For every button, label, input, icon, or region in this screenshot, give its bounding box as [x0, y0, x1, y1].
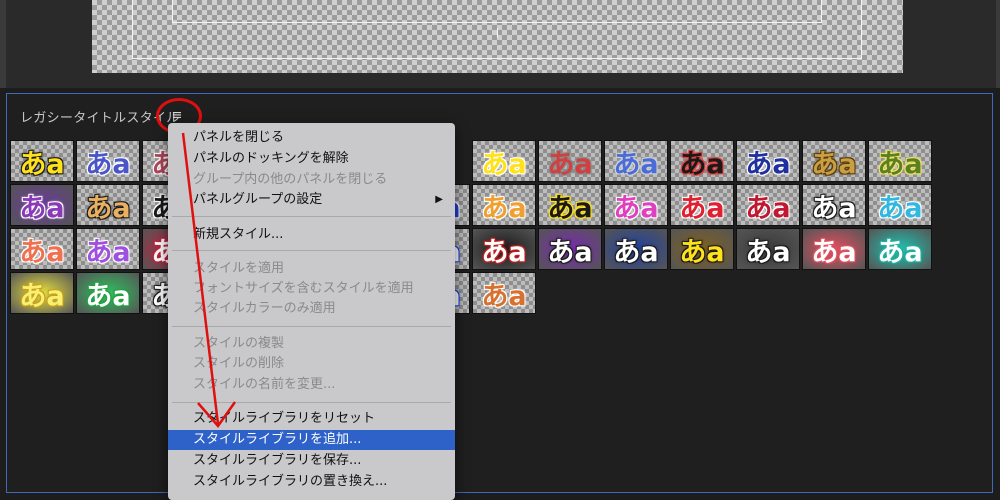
style-swatch[interactable]: あa [10, 272, 74, 314]
style-swatch[interactable]: あa [802, 184, 866, 226]
style-swatch[interactable]: あa [472, 140, 536, 182]
style-swatch[interactable]: あa [10, 140, 74, 182]
style-swatch[interactable]: あa [736, 228, 800, 270]
style-swatch[interactable]: あa [604, 228, 668, 270]
style-swatch[interactable]: あa [10, 184, 74, 226]
title-safe-guide [172, 0, 822, 23]
menu-item-panel-group-settings[interactable]: パネルグループの設定 ▶ [168, 190, 455, 210]
menu-separator [172, 326, 451, 327]
style-swatch[interactable]: あa [10, 228, 74, 270]
style-swatch[interactable]: あa [868, 140, 932, 182]
style-swatch[interactable]: あa [802, 228, 866, 270]
menu-item-apply-style-with-font-size[interactable]: フォントサイズを含むスタイルを適用 [168, 279, 455, 299]
style-swatch[interactable]: あa [538, 228, 602, 270]
style-swatch[interactable]: あa [472, 228, 536, 270]
style-swatch[interactable]: あa [604, 140, 668, 182]
style-swatch[interactable]: あa [670, 140, 734, 182]
menu-item-apply-style[interactable]: スタイルを適用 [168, 259, 455, 279]
style-swatch[interactable]: あa [472, 184, 536, 226]
style-swatch[interactable]: あa [76, 184, 140, 226]
menu-item-new-style[interactable]: 新規スタイル... [168, 225, 455, 245]
right-edge-strip [996, 0, 1000, 88]
style-swatch[interactable]: あa [76, 228, 140, 270]
style-swatch-grid: あa あa あa あa あa あa あa あa あa あa あa あa あa あa あa あa あa あa あa あa… [9, 139, 933, 315]
style-swatch[interactable]: あa [604, 184, 668, 226]
program-preview-area [0, 0, 1000, 88]
style-swatch[interactable]: あa [76, 272, 140, 314]
style-swatch[interactable]: あa [868, 228, 932, 270]
style-swatch[interactable]: あa [670, 184, 734, 226]
menu-item-apply-style-color-only[interactable]: スタイルカラーのみ適用 [168, 299, 455, 319]
menu-item-rename-style[interactable]: スタイルの名前を変更... [168, 375, 455, 395]
style-swatch[interactable]: あa [472, 272, 536, 314]
style-swatch[interactable]: あa [736, 184, 800, 226]
style-swatch[interactable]: あa [802, 140, 866, 182]
style-swatch[interactable]: あa [538, 184, 602, 226]
menu-item-duplicate-style[interactable]: スタイルの複製 [168, 334, 455, 354]
style-swatch[interactable]: あa [868, 184, 932, 226]
style-swatch[interactable]: あa [670, 228, 734, 270]
style-swatch[interactable]: あa [736, 140, 800, 182]
menu-item-reset-style-library[interactable]: スタイルライブラリをリセット [168, 409, 455, 429]
menu-item-undock-panel[interactable]: パネルのドッキングを解除 [168, 149, 455, 169]
menu-item-label: パネルグループの設定 [193, 192, 323, 207]
menu-separator [172, 250, 451, 251]
menu-item-delete-style[interactable]: スタイルの削除 [168, 354, 455, 374]
menu-item-close-panel[interactable]: パネルを閉じる [168, 128, 455, 148]
submenu-arrow-icon: ▶ [435, 194, 443, 205]
style-swatch[interactable]: あa [538, 140, 602, 182]
menu-item-replace-style-library[interactable]: スタイルライブラリの置き換え... [168, 472, 455, 492]
menu-separator [172, 402, 451, 403]
center-tick [497, 28, 498, 38]
left-edge-strip [0, 0, 6, 88]
menu-item-close-other-panels[interactable]: グループ内の他のパネルを閉じる [168, 170, 455, 190]
menu-separator [172, 216, 451, 217]
panel-context-menu: パネルを閉じる パネルのドッキングを解除 グループ内の他のパネルを閉じる パネル… [168, 123, 455, 500]
style-swatch[interactable]: あa [76, 140, 140, 182]
menu-item-save-style-library[interactable]: スタイルライブラリを保存... [168, 451, 455, 471]
menu-item-append-style-library[interactable]: スタイルライブラリを追加... [168, 430, 455, 450]
